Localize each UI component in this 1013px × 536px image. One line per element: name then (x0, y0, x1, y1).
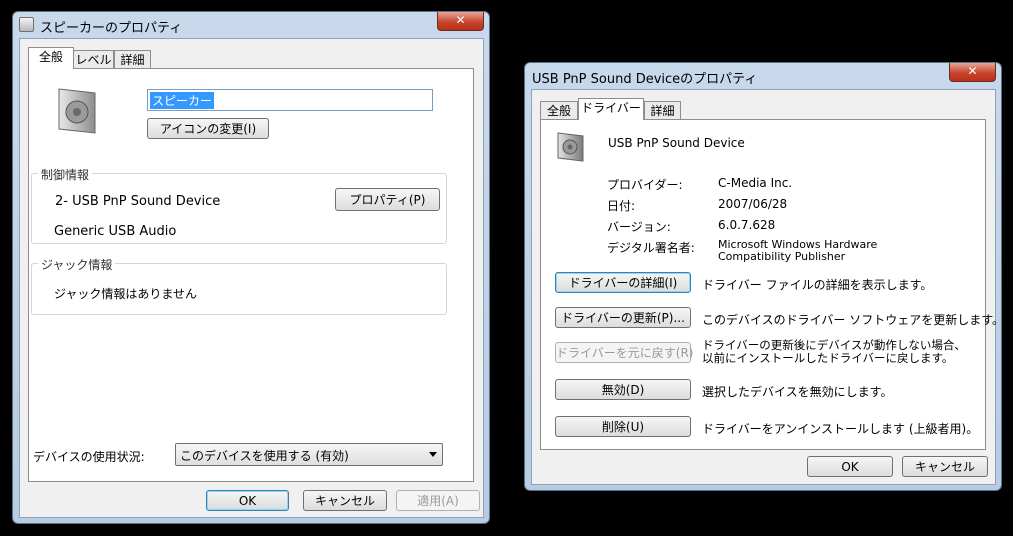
roll-back-driver-desc: ドライバーの更新後にデバイスが動作しない場合、以前にインストールしたドライバーに… (702, 338, 966, 365)
provider-label: プロバイダー: (607, 178, 683, 192)
uninstall-desc: ドライバーをアンインストールします (上級者用)。 (702, 422, 979, 436)
cancel-button[interactable]: キャンセル (303, 490, 387, 511)
speaker-properties-window: スピーカーのプロパティ ✕ 全般 レベル 詳細 スピーカー アイコンの変更(I)… (12, 11, 490, 524)
device-name: USB PnP Sound Device (608, 136, 745, 150)
date-value: 2007/06/28 (718, 197, 788, 211)
ok-button[interactable]: OK (807, 456, 893, 477)
device-usage-select[interactable]: このデバイスを使用する (有効) (175, 443, 443, 466)
speaker-icon (58, 88, 96, 134)
controller-generic: Generic USB Audio (54, 224, 177, 239)
window-title: スピーカーのプロパティ (40, 21, 183, 36)
version-value: 6.0.7.628 (718, 218, 776, 232)
update-driver-button[interactable]: ドライバーの更新(P)... (555, 307, 691, 328)
disable-device-desc: 選択したデバイスを無効にします。 (702, 385, 893, 399)
device-usage-label: デバイスの使用状況: (33, 450, 145, 464)
tab-general[interactable]: 全般 (540, 101, 578, 120)
change-icon-button[interactable]: アイコンの変更(I) (147, 118, 269, 139)
uninstall-button[interactable]: 削除(U) (555, 416, 691, 437)
jack-group-label: ジャック情報 (38, 256, 116, 273)
driver-panel: USB PnP Sound Device プロバイダー: C-Media Inc… (540, 119, 1004, 450)
apply-button[interactable]: 適用(A) (396, 490, 480, 511)
tab-driver[interactable]: ドライバー (578, 98, 644, 120)
tab-advanced[interactable]: 詳細 (114, 50, 151, 69)
controller-device: 2- USB PnP Sound Device (55, 194, 221, 209)
version-label: バージョン: (607, 220, 671, 234)
update-driver-desc: このデバイスのドライバー ソフトウェアを更新します。 (702, 313, 1005, 327)
controller-group-label: 制御情報 (38, 166, 93, 183)
signer-label: デジタル署名者: (607, 241, 695, 255)
driver-details-desc: ドライバー ファイルの詳細を表示します。 (702, 278, 933, 292)
close-button[interactable]: ✕ (949, 63, 996, 82)
controller-info-group: 制御情報 2- USB PnP Sound Device プロパティ(P) Ge… (31, 166, 447, 244)
chevron-down-icon (429, 452, 437, 457)
title-bar[interactable]: USB PnP Sound Deviceのプロパティ ✕ (525, 63, 1001, 89)
tab-details[interactable]: 詳細 (644, 101, 681, 120)
device-usage-value: このデバイスを使用する (有効) (180, 449, 349, 463)
provider-value: C-Media Inc. (718, 176, 793, 190)
dialog-client: 全般 レベル 詳細 スピーカー アイコンの変更(I) 制御情報 2- USB P… (19, 38, 484, 518)
disable-device-button[interactable]: 無効(D) (555, 379, 691, 400)
device-name-value: スピーカー (150, 92, 215, 109)
tab-general[interactable]: 全般 (28, 47, 74, 69)
signer-value: Microsoft Windows Hardware Compatibility… (718, 238, 878, 263)
date-label: 日付: (607, 199, 636, 213)
ok-button[interactable]: OK (206, 490, 289, 511)
usb-device-properties-window: USB PnP Sound Deviceのプロパティ ✕ 全般 ドライバー 詳細… (524, 62, 1004, 491)
device-name-input[interactable]: スピーカー (147, 89, 433, 111)
dialog-client: 全般 ドライバー 詳細 USB PnP Sound Device プロバイダー:… (531, 89, 1004, 485)
driver-details-button[interactable]: ドライバーの詳細(I) (555, 272, 691, 293)
speaker-icon (557, 132, 584, 162)
cancel-button[interactable]: キャンセル (902, 456, 988, 477)
close-button[interactable]: ✕ (437, 12, 484, 31)
window-title: USB PnP Sound Deviceのプロパティ (532, 72, 758, 87)
title-bar[interactable]: スピーカーのプロパティ ✕ (13, 12, 489, 38)
jack-info-text: ジャック情報はありません (54, 287, 198, 301)
speaker-app-icon (19, 17, 34, 32)
roll-back-driver-button[interactable]: ドライバーを元に戻す(R) (555, 342, 693, 363)
jack-info-group: ジャック情報 ジャック情報はありません (31, 256, 447, 315)
properties-button[interactable]: プロパティ(P) (335, 188, 440, 211)
tab-panel: スピーカー アイコンの変更(I) 制御情報 2- USB PnP Sound D… (28, 68, 474, 482)
tab-levels[interactable]: レベル (73, 50, 114, 69)
